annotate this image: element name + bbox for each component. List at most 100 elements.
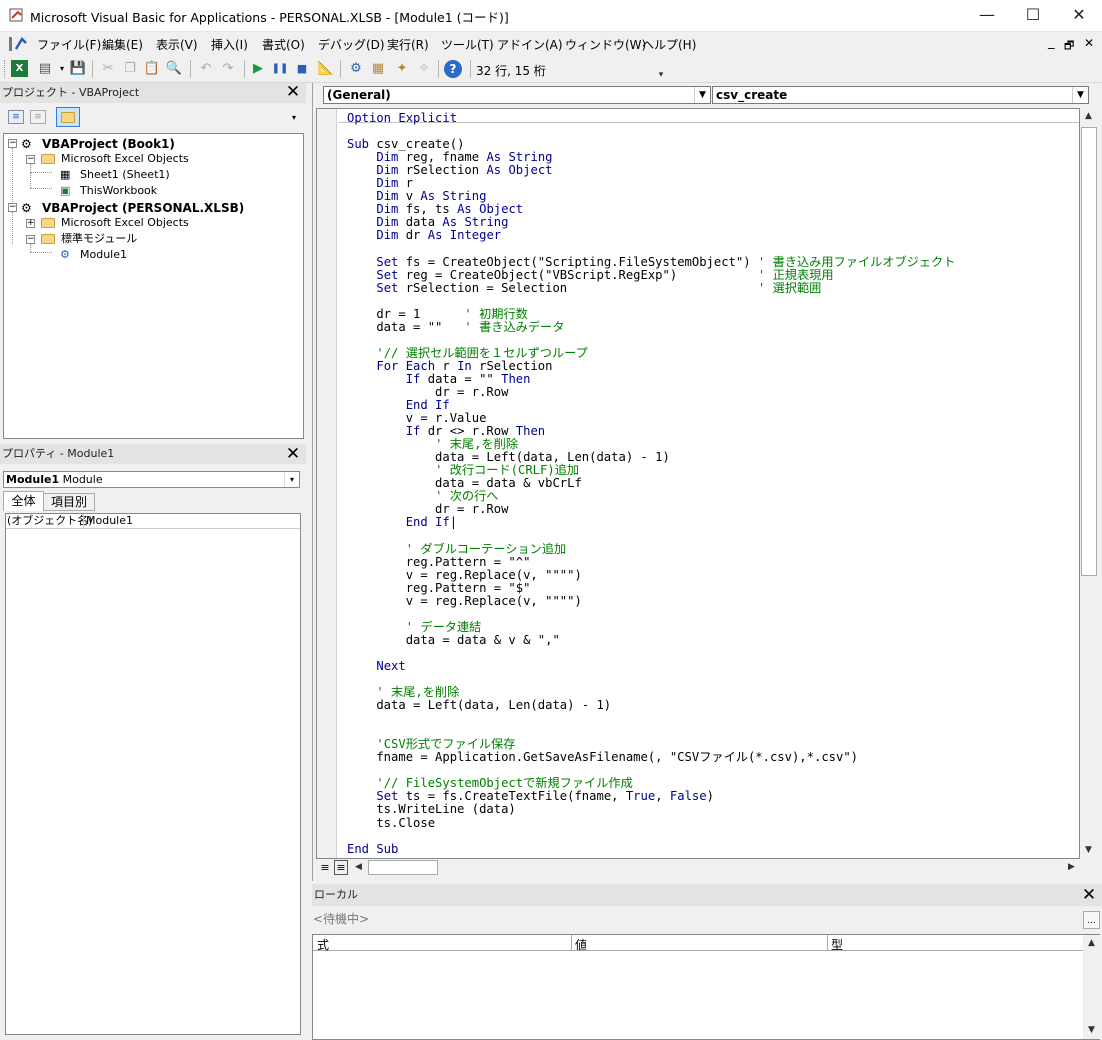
code-line[interactable]: Set fs = CreateObject("Scripting.FileSys…: [347, 255, 955, 269]
vba-menu-icon[interactable]: [8, 35, 28, 53]
collapse-book1-icon[interactable]: −: [8, 139, 17, 148]
menu-item[interactable]: ヘルプ(H): [642, 36, 696, 53]
menu-item[interactable]: 表示(V): [156, 36, 198, 53]
toolbar-grip[interactable]: [4, 60, 7, 78]
toolbar-options-icon[interactable]: ▾: [656, 58, 666, 80]
code-line[interactable]: Option Explicit: [347, 111, 955, 125]
find-icon[interactable]: 🔍: [164, 59, 184, 79]
undo-icon[interactable]: ↶: [196, 59, 216, 79]
close-button[interactable]: ✕: [1056, 0, 1102, 32]
full-module-view-icon[interactable]: ≡: [334, 860, 348, 875]
tree-item-vbaproject-book1[interactable]: VBAProject (Book1): [42, 137, 175, 151]
code-line[interactable]: [347, 830, 955, 843]
object-combo[interactable]: (General) ▼: [323, 86, 711, 104]
view-code-icon[interactable]: ≡: [8, 110, 24, 124]
tree-item-thisworkbook[interactable]: ThisWorkbook: [80, 184, 157, 198]
paste-icon[interactable]: 📋: [142, 59, 162, 79]
code-line[interactable]: '// 選択セル範囲を１セルずつループ: [347, 346, 955, 360]
code-line[interactable]: [347, 295, 955, 308]
tree-item-excel-objects-personal[interactable]: Microsoft Excel Objects: [61, 216, 189, 230]
properties-panel-close-icon[interactable]: ✕: [284, 446, 302, 464]
code-line[interactable]: reg.Pattern = "$": [347, 581, 955, 595]
code-text[interactable]: Option Explicit Sub csv_create() Dim reg,…: [347, 111, 955, 856]
locals-vertical-scrollbar[interactable]: ▲ ▼: [1083, 935, 1100, 1039]
project-panel-close-icon[interactable]: ✕: [284, 84, 302, 102]
call-stack-button[interactable]: ...: [1083, 911, 1100, 929]
project-toolbar-overflow-icon[interactable]: ▾: [292, 113, 296, 122]
expand-excel-objects-icon[interactable]: +: [26, 219, 35, 228]
menu-item[interactable]: 書式(O): [262, 36, 305, 53]
code-editor[interactable]: Option Explicit Sub csv_create() Dim reg,…: [316, 108, 1080, 859]
cut-icon[interactable]: ✂: [98, 59, 118, 79]
tab-alphabetic[interactable]: 全体: [3, 491, 44, 511]
menu-item[interactable]: 挿入(I): [211, 36, 248, 53]
code-line[interactable]: ' データ連結: [347, 620, 955, 634]
toggle-folders-button[interactable]: [56, 107, 80, 127]
mdi-restore-button[interactable]: 🗗: [1064, 37, 1074, 56]
code-line[interactable]: Set rSelection = Selection ' 選択範囲: [347, 281, 955, 295]
procedure-combo[interactable]: csv_create ▼: [712, 86, 1089, 104]
code-line[interactable]: For Each r In rSelection: [347, 359, 955, 373]
property-value[interactable]: Module1: [86, 514, 133, 528]
menu-item[interactable]: 編集(E): [102, 36, 143, 53]
mdi-close-button[interactable]: ✕: [1084, 36, 1094, 50]
tree-item-module1[interactable]: Module1: [80, 248, 127, 262]
code-line[interactable]: End Sub: [347, 842, 955, 856]
code-line[interactable]: v = reg.Replace(v, """"): [347, 568, 955, 582]
collapse-excel-objects-icon[interactable]: −: [26, 155, 35, 164]
menu-item[interactable]: アドイン(A): [497, 36, 563, 53]
code-vertical-scrollbar[interactable]: ▲ ▼: [1080, 108, 1098, 859]
code-line[interactable]: v = reg.Replace(v, """"): [347, 594, 955, 608]
object-combo-dropdown-icon[interactable]: ▼: [694, 87, 710, 103]
mdi-minimize-button[interactable]: _: [1048, 35, 1055, 50]
tree-item-standard-modules[interactable]: 標準モジュール: [61, 232, 137, 246]
scroll-right-icon[interactable]: ▶: [1063, 859, 1080, 876]
view-object-icon[interactable]: ≡: [30, 110, 46, 124]
code-line[interactable]: ts.WriteLine (data): [347, 803, 955, 816]
property-row[interactable]: (オブジェクト名) Module1: [6, 514, 300, 529]
column-type[interactable]: 型: [831, 936, 843, 953]
code-line[interactable]: ' ダブルコーテーション追加: [347, 542, 955, 556]
scroll-down-icon[interactable]: ▼: [1080, 842, 1097, 859]
code-line[interactable]: Next: [347, 659, 955, 673]
code-line[interactable]: End If|: [347, 516, 955, 529]
menu-item[interactable]: ファイル(F): [37, 36, 101, 53]
locals-panel-close-icon[interactable]: ✕: [1080, 887, 1098, 905]
margin-indicator-bar[interactable]: [317, 109, 337, 858]
toolbox-icon[interactable]: ✧: [414, 59, 434, 79]
collapse-std-modules-icon[interactable]: −: [26, 235, 35, 244]
minimize-button[interactable]: —: [964, 0, 1010, 32]
design-mode-icon[interactable]: 📐: [316, 59, 336, 79]
tree-item-vbaproject-personal[interactable]: VBAProject (PERSONAL.XLSB): [42, 201, 244, 215]
column-expression[interactable]: 式: [317, 936, 329, 953]
properties-window-icon[interactable]: ▦: [368, 59, 388, 79]
code-line[interactable]: data = Left(data, Len(data) - 1): [347, 699, 955, 712]
save-icon[interactable]: 💾: [68, 59, 88, 79]
code-line[interactable]: fname = Application.GetSaveAsFilename(, …: [347, 751, 955, 764]
tab-categorized[interactable]: 項目別: [44, 493, 95, 511]
break-icon[interactable]: ❚❚: [270, 59, 290, 79]
object-selector-dropdown-icon[interactable]: ▾: [284, 472, 299, 487]
locals-scroll-up-icon[interactable]: ▲: [1083, 935, 1100, 952]
code-line[interactable]: data = "" ' 書き込みデータ: [347, 320, 955, 334]
hscroll-thumb[interactable]: [368, 860, 438, 875]
maximize-button[interactable]: ☐: [1010, 0, 1056, 32]
redo-icon[interactable]: ↷: [218, 59, 238, 79]
copy-icon[interactable]: ❐: [120, 59, 140, 79]
column-value[interactable]: 値: [575, 936, 587, 953]
code-line[interactable]: reg.Pattern = "^": [347, 555, 955, 569]
code-line[interactable]: Set reg = CreateObject("VBScript.RegExp"…: [347, 268, 955, 282]
code-line[interactable]: dr = 1 ' 初期行数: [347, 307, 955, 321]
collapse-personal-icon[interactable]: −: [8, 203, 17, 212]
code-line[interactable]: data = data & v & ",": [347, 633, 955, 647]
reset-icon[interactable]: ■: [292, 59, 312, 79]
run-icon[interactable]: ▶: [248, 59, 268, 79]
code-line[interactable]: ts.Close: [347, 816, 955, 830]
object-browser-icon[interactable]: ✦: [392, 59, 412, 79]
scroll-up-icon[interactable]: ▲: [1080, 108, 1097, 125]
procedure-combo-dropdown-icon[interactable]: ▼: [1072, 87, 1088, 103]
scroll-thumb[interactable]: [1081, 127, 1097, 576]
project-explorer-icon[interactable]: ⚙: [346, 59, 366, 79]
code-line[interactable]: [347, 712, 955, 725]
code-line[interactable]: Dim dr As Integer: [347, 229, 955, 242]
